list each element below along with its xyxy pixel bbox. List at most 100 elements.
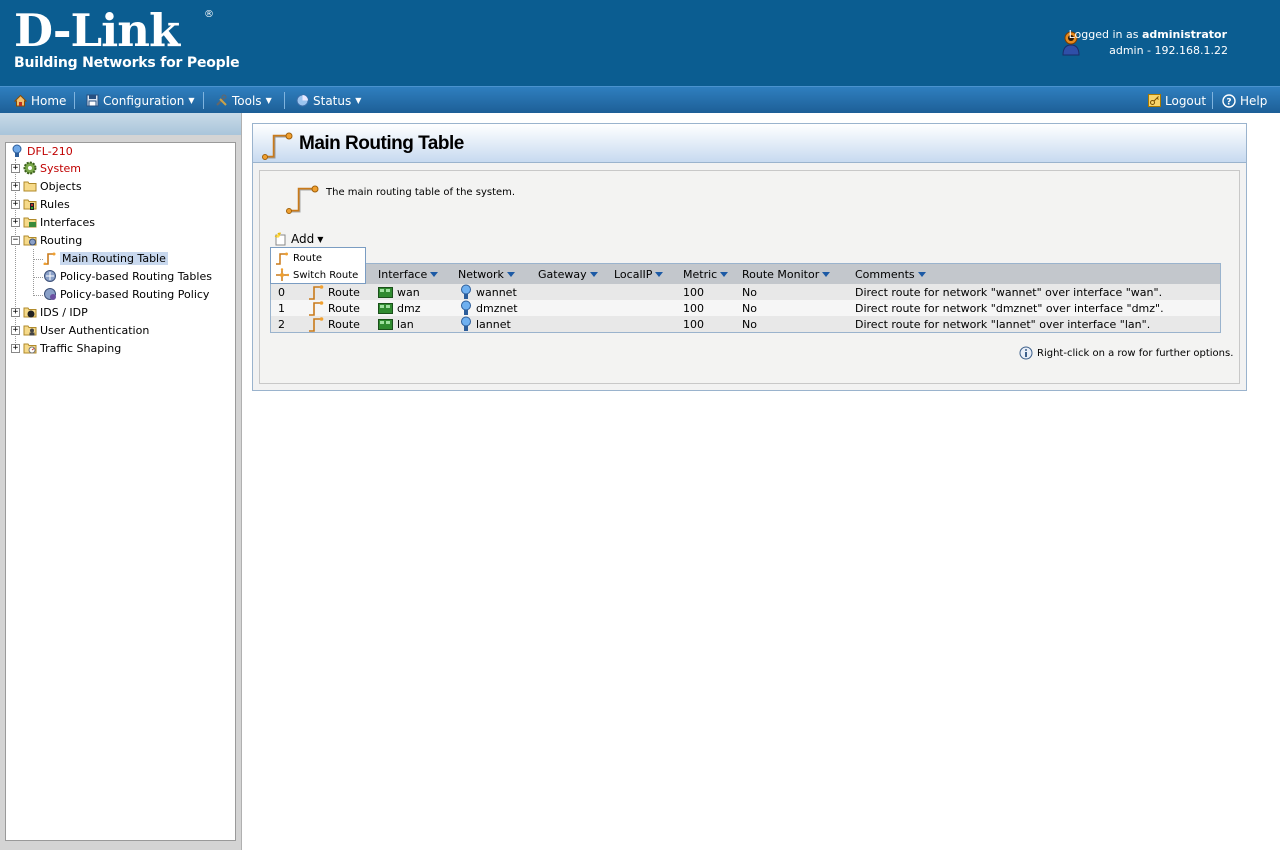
left-panel-header	[0, 113, 241, 135]
interface-icon	[378, 303, 393, 314]
add-button[interactable]: Add ▼	[274, 231, 323, 247]
table-row[interactable]: 1 Route dmz dmznet 100 No Direct route f…	[271, 300, 1220, 316]
sort-arrow-icon	[720, 272, 729, 277]
row-interface: wan	[378, 286, 420, 299]
dropdown-item-switch-route-label: Switch Route	[293, 269, 359, 281]
row-route-monitor: No	[742, 286, 757, 299]
menu-tools[interactable]: Tools ▼	[215, 87, 272, 114]
expand-icon[interactable]: +	[11, 163, 20, 173]
chevron-down-icon: ▼	[188, 95, 195, 105]
column-header-network[interactable]: Network	[458, 268, 515, 281]
row-interface-label: dmz	[397, 302, 421, 315]
menu-logout[interactable]: Logout	[1148, 87, 1206, 114]
page-description: The main routing table of the system.	[326, 187, 516, 198]
sort-arrow-icon	[506, 272, 515, 277]
row-index: 1	[278, 302, 285, 315]
status-icon	[296, 94, 309, 107]
tree-item-objects[interactable]: + Objects	[11, 178, 82, 194]
column-header-gateway[interactable]: Gateway	[538, 268, 598, 281]
row-metric: 100	[683, 286, 704, 299]
interface-icon	[378, 319, 393, 330]
logged-in-user: administrator	[1141, 28, 1227, 41]
column-header-comments[interactable]: Comments	[855, 268, 926, 281]
row-comments: Direct route for network "lannet" over i…	[855, 318, 1151, 331]
column-header-label: Metric	[683, 268, 718, 281]
interfaces-icon	[23, 217, 37, 228]
tree-item-policy-routing-policy[interactable]: Policy-based Routing Policy	[43, 286, 209, 302]
help-icon: ?	[1222, 93, 1236, 108]
tree-item-interfaces-label: Interfaces	[40, 215, 95, 229]
row-type: Route	[308, 284, 360, 300]
left-panel: DFL-210 + System + Objects + Rules + Int…	[0, 113, 242, 850]
row-interface: dmz	[378, 302, 420, 315]
tree-item-routing[interactable]: − Routing	[11, 232, 82, 248]
menu-status[interactable]: Status ▼	[296, 87, 361, 114]
main-content: Main Routing Table The main routing tabl…	[252, 123, 1247, 391]
row-comments: Direct route for network "wannet" over i…	[855, 286, 1163, 299]
tree-item-policy-routing-tables[interactable]: Policy-based Routing Tables	[43, 268, 212, 284]
tree-item-traffic-shaping[interactable]: + Traffic Shaping	[11, 340, 121, 356]
menu-help[interactable]: ? Help	[1222, 87, 1267, 114]
ids-icon	[23, 307, 37, 318]
row-type-label: Route	[328, 285, 360, 299]
tree-item-interfaces[interactable]: + Interfaces	[11, 214, 95, 230]
tree-item-user-authentication-label: User Authentication	[40, 323, 150, 337]
routing-table: Interface Network Gateway LocalIP Metric…	[270, 263, 1221, 333]
tree-item-objects-label: Objects	[40, 179, 82, 193]
rules-icon	[23, 199, 37, 210]
row-route-monitor: No	[742, 302, 757, 315]
tree-item-main-routing-table[interactable]: Main Routing Table	[43, 250, 168, 266]
tree-item-ids-idp[interactable]: + IDS / IDP	[11, 304, 88, 320]
page-title: Main Routing Table	[299, 133, 464, 154]
tree-item-user-authentication[interactable]: + User Authentication	[11, 322, 149, 338]
save-icon	[86, 94, 99, 107]
key-icon	[1148, 94, 1161, 107]
tree-connector	[33, 249, 34, 294]
route-icon	[262, 132, 293, 160]
traffic-shaping-icon	[23, 343, 37, 354]
dropdown-item-route[interactable]: Route	[275, 250, 322, 266]
column-header-route-monitor[interactable]: Route Monitor	[742, 268, 831, 281]
menu-configuration[interactable]: Configuration ▼	[86, 87, 195, 114]
menu-home-label: Home	[31, 93, 67, 108]
dropdown-item-switch-route[interactable]: Switch Route	[275, 267, 358, 283]
expand-icon[interactable]: +	[11, 325, 20, 335]
column-header-localip[interactable]: LocalIP	[614, 268, 664, 281]
route-icon	[309, 285, 324, 300]
menu-help-label: Help	[1240, 93, 1268, 108]
row-metric: 100	[683, 302, 704, 315]
device-icon	[12, 144, 22, 157]
tree-connector	[33, 259, 43, 260]
tree-item-dfl-210[interactable]: DFL-210	[10, 143, 73, 159]
row-network-label: dmznet	[476, 301, 518, 315]
svg-text:?: ?	[1226, 97, 1231, 107]
interface-icon	[378, 287, 393, 298]
expand-icon[interactable]: +	[11, 343, 20, 353]
route-icon	[286, 185, 319, 214]
navigation-tree: DFL-210 + System + Objects + Rules + Int…	[5, 142, 236, 841]
gear-icon	[23, 161, 37, 175]
tree-item-rules[interactable]: + Rules	[11, 196, 70, 212]
app-header: D-Link ® Building Networks for People Lo…	[0, 0, 1280, 86]
column-header-metric[interactable]: Metric	[683, 268, 729, 281]
menu-configuration-label: Configuration	[103, 93, 185, 108]
collapse-icon[interactable]: −	[11, 235, 20, 245]
home-icon	[14, 94, 27, 107]
row-interface: lan	[378, 318, 414, 331]
column-header-interface[interactable]: Interface	[378, 268, 439, 281]
menu-logout-label: Logout	[1165, 93, 1207, 108]
policy-table-icon	[44, 270, 56, 282]
table-row[interactable]: 2 Route lan lannet 100 No Direct route f…	[271, 316, 1220, 332]
expand-icon[interactable]: +	[11, 199, 20, 209]
expand-icon[interactable]: +	[11, 217, 20, 227]
tree-item-system[interactable]: + System	[11, 160, 81, 176]
tree-item-system-label: System	[40, 161, 82, 175]
expand-icon[interactable]: +	[11, 307, 20, 317]
column-header-label: Route Monitor	[742, 268, 820, 281]
row-metric: 100	[683, 318, 704, 331]
menu-home[interactable]: Home	[14, 87, 66, 114]
table-row[interactable]: 0 Route wan wannet 100 No Direct route f…	[271, 284, 1220, 300]
tree-item-traffic-shaping-label: Traffic Shaping	[40, 341, 122, 355]
expand-icon[interactable]: +	[11, 181, 20, 191]
dropdown-item-route-label: Route	[293, 252, 323, 264]
